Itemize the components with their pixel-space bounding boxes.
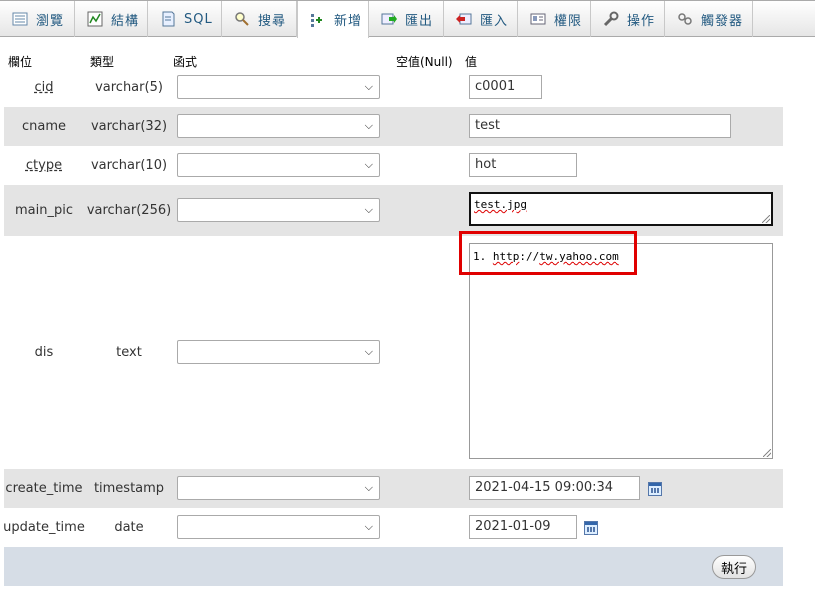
table-row: main_pic varchar(256) ⌵ test.jpg	[4, 185, 783, 236]
function-select[interactable]: ⌵	[177, 476, 380, 500]
column-name: cname	[21, 119, 66, 134]
form-footer	[4, 547, 783, 586]
chevron-down-icon: ⌵	[364, 158, 373, 171]
tab-sql[interactable]: SQL	[148, 1, 222, 37]
tab-structure[interactable]: 結構	[75, 1, 148, 37]
tab-label: 匯出	[405, 13, 434, 29]
table-row: dis text ⌵ 1. http://tw.yahoo.com	[4, 236, 783, 469]
tab-label: 匯入	[480, 13, 509, 29]
table-header: 欄位 類型 函式 空值(Null) 值	[4, 53, 783, 69]
structure-icon	[87, 11, 103, 27]
highlight-box	[459, 231, 637, 275]
value-input[interactable]: hot	[469, 153, 577, 177]
column-name: main_pic	[15, 203, 73, 218]
chevron-down-icon: ⌵	[364, 203, 373, 216]
tab-label: 權限	[554, 13, 583, 29]
tab-label: 搜尋	[258, 13, 287, 29]
value-textarea[interactable]: test.jpg	[469, 192, 773, 226]
search-icon	[235, 12, 249, 26]
tab-bar: 瀏覽 結構 SQL 搜尋 新增 匯出 匯入 權限 操作 觸發器	[0, 0, 815, 38]
column-name: update_time	[3, 520, 85, 535]
calendar-icon[interactable]	[584, 521, 598, 535]
import-icon	[456, 13, 472, 25]
value-textarea[interactable]: 1. http://tw.yahoo.com	[469, 243, 773, 459]
column-type: varchar(5)	[95, 80, 163, 95]
table-row: update_time date ⌵ 2021-01-09	[3, 508, 783, 547]
table-row: cid varchar(5) ⌵ c0001	[4, 68, 783, 107]
tab-operations[interactable]: 操作	[591, 1, 665, 37]
tab-triggers[interactable]: 觸發器	[665, 1, 753, 37]
table-row: cname varchar(32) ⌵ test	[4, 107, 783, 146]
column-type: varchar(10)	[90, 158, 168, 173]
chevron-down-icon: ⌵	[364, 520, 373, 533]
export-icon	[381, 13, 397, 25]
tab-browse[interactable]: 瀏覽	[0, 1, 75, 37]
column-name: create_time	[5, 481, 83, 496]
tab-label: 結構	[111, 13, 140, 29]
operations-icon	[603, 11, 619, 27]
column-name: dis	[34, 345, 54, 360]
tab-import[interactable]: 匯入	[444, 1, 518, 37]
chevron-down-icon: ⌵	[364, 80, 373, 93]
function-select[interactable]: ⌵	[177, 114, 380, 138]
tab-search[interactable]: 搜尋	[222, 1, 297, 37]
triggers-icon	[678, 13, 692, 25]
column-type: varchar(256)	[86, 203, 172, 218]
tab-privileges[interactable]: 權限	[518, 1, 591, 37]
go-button[interactable]: 執行	[712, 555, 756, 579]
function-select[interactable]: ⌵	[177, 75, 380, 99]
chevron-down-icon: ⌵	[364, 481, 373, 494]
value-input[interactable]: 2021-01-09	[469, 515, 577, 539]
table-row: create_time timestamp ⌵ 2021-04-15 09:00…	[4, 469, 783, 508]
resize-handle[interactable]	[762, 215, 770, 223]
value-input[interactable]: 2021-04-15 09:00:34	[469, 476, 640, 500]
chevron-down-icon: ⌵	[364, 119, 373, 132]
column-type: varchar(32)	[90, 119, 168, 134]
function-select[interactable]: ⌵	[177, 153, 380, 177]
tab-export[interactable]: 匯出	[369, 1, 444, 37]
function-select[interactable]: ⌵	[177, 340, 380, 364]
browse-icon	[12, 12, 28, 26]
insert-icon	[311, 13, 322, 27]
column-type: text	[116, 345, 142, 360]
table-row: ctype varchar(10) ⌵ hot	[4, 146, 783, 185]
value-input[interactable]: c0001	[469, 75, 542, 99]
tab-label: 操作	[627, 13, 656, 29]
resize-handle[interactable]	[763, 449, 771, 457]
tab-insert[interactable]: 新增	[297, 1, 369, 38]
value-text: test.jpg	[474, 198, 527, 211]
column-name: ctype	[25, 158, 63, 173]
value-input[interactable]: test	[469, 114, 731, 138]
column-type: timestamp	[93, 481, 165, 496]
tab-label: 瀏覽	[36, 13, 65, 29]
function-select[interactable]: ⌵	[177, 198, 380, 222]
tab-label: 觸發器	[701, 13, 744, 29]
column-type: date	[114, 520, 144, 535]
calendar-icon[interactable]	[648, 482, 662, 496]
column-name: cid	[34, 80, 54, 95]
sql-icon	[162, 11, 175, 27]
tab-label: 新增	[334, 14, 363, 29]
function-select[interactable]: ⌵	[177, 515, 380, 539]
chevron-down-icon: ⌵	[364, 345, 373, 358]
privileges-icon	[530, 13, 546, 25]
tab-label: SQL	[184, 11, 213, 27]
